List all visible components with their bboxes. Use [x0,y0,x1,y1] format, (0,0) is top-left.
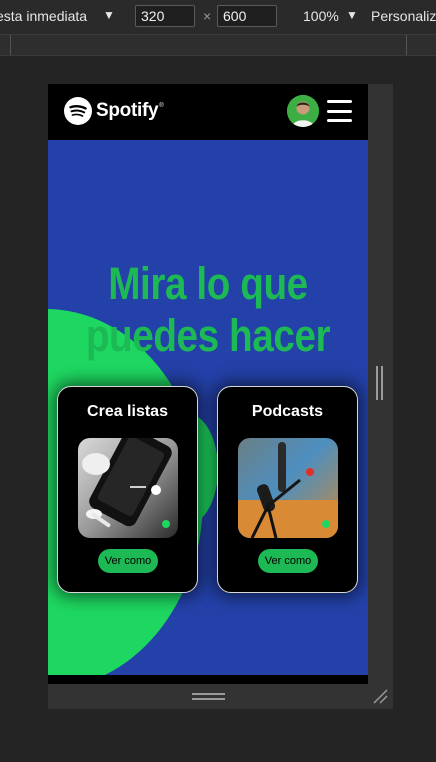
corner-resize-handle-icon[interactable] [372,688,388,704]
media-query-ruler [0,35,436,56]
ver-como-button[interactable]: Ver como [258,549,318,573]
zoom-selector[interactable]: 100% [303,8,339,24]
handle-line [192,698,225,700]
ruler-tick [406,35,407,55]
brand-name: Spotify [96,100,159,121]
right-resize-handle[interactable] [376,366,384,400]
hero-headline: Mira lo que puedes hacer [85,258,331,361]
bottom-resize-handle[interactable] [192,693,225,700]
menu-line [327,119,352,122]
menu-line [327,100,352,103]
customize-menu[interactable]: Personaliz [371,8,436,24]
emulated-viewport: Spotify ® Mira lo que puedes hacer Crea … [48,84,368,684]
card-crea-listas: Crea listas Ver como [57,386,198,593]
viewport-width-input[interactable] [135,5,195,27]
hamburger-menu-icon[interactable] [327,100,352,122]
viewport-height-input[interactable] [217,5,277,27]
footer-strip [48,675,368,684]
ruler-tick [10,35,11,55]
spotify-logo[interactable]: Spotify ® [64,97,164,125]
playlist-phone-image [78,438,178,538]
site-navbar: Spotify ® [48,84,368,140]
zoom-dropdown-arrow-icon[interactable]: ▼ [346,8,358,22]
dimension-separator: × [203,8,212,24]
menu-line [327,109,352,113]
device-selector[interactable]: esta inmediata [0,8,87,24]
user-avatar[interactable] [287,95,319,127]
handle-line [376,366,378,400]
handle-line [192,693,225,695]
spotify-logo-icon [64,97,92,125]
card-title: Podcasts [251,403,324,420]
avatar-person-icon [287,95,319,127]
card-podcasts: Podcasts Ver como [217,386,358,593]
card-title: Crea listas [87,403,168,420]
devtools-toolbar: esta inmediata ▼ × 100% ▼ Personaliz [0,0,436,35]
brand-trademark: ® [159,103,164,109]
device-dropdown-arrow-icon[interactable]: ▼ [103,8,115,22]
handle-line [381,366,383,400]
podcast-microphone-image [238,438,338,538]
ver-como-button[interactable]: Ver como [98,549,158,573]
